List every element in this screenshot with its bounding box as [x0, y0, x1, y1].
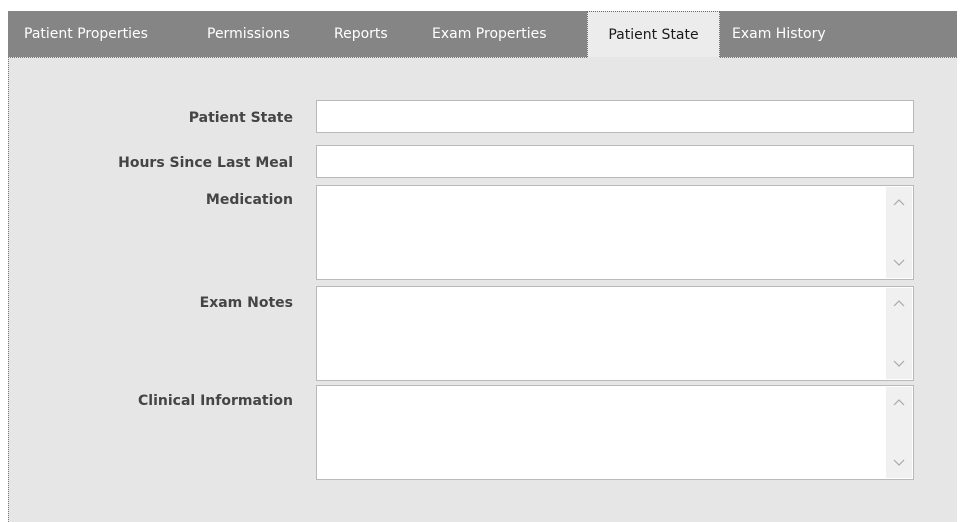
exam-notes-scrollbar[interactable] [886, 288, 912, 379]
patient-state-label: Patient State [188, 110, 293, 126]
hours-since-last-meal-label: Hours Since Last Meal [118, 155, 293, 171]
chevron-up-icon[interactable] [893, 299, 905, 307]
chevron-down-icon[interactable] [893, 459, 905, 467]
clinical-information-label: Clinical Information [138, 393, 293, 409]
tab-patient-state[interactable]: Patient State [587, 11, 720, 57]
chevron-up-icon[interactable] [893, 398, 905, 406]
exam-notes-textarea[interactable] [316, 286, 914, 381]
tab-reports[interactable]: Reports [334, 11, 388, 57]
tab-patient-properties[interactable]: Patient Properties [24, 11, 148, 57]
chevron-up-icon[interactable] [893, 198, 905, 206]
chevron-down-icon[interactable] [893, 259, 905, 267]
tab-permissions[interactable]: Permissions [207, 11, 290, 57]
panel-border-left [8, 57, 587, 58]
medication-label: Medication [205, 192, 293, 208]
medication-scrollbar[interactable] [886, 187, 912, 278]
chevron-down-icon[interactable] [893, 360, 905, 368]
tab-bar: Patient Properties Permissions Reports E… [8, 11, 957, 57]
panel-border-right [720, 57, 957, 58]
exam-notes-label: Exam Notes [199, 295, 293, 311]
clinical-information-textarea[interactable] [316, 385, 914, 480]
tab-exam-properties[interactable]: Exam Properties [432, 11, 547, 57]
hours-since-last-meal-input[interactable] [316, 145, 914, 178]
patient-state-input[interactable] [316, 100, 914, 133]
tab-exam-history[interactable]: Exam History [732, 11, 826, 57]
clinical-information-scrollbar[interactable] [886, 387, 912, 478]
medication-textarea[interactable] [316, 185, 914, 280]
